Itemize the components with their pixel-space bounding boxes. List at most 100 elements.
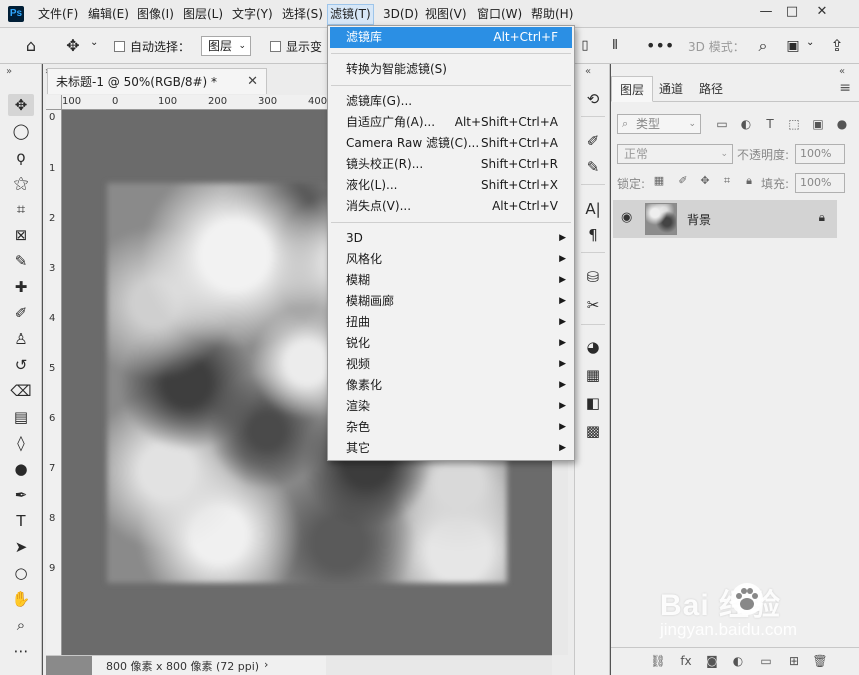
menu-item-sharpen[interactable]: 锐化 ▶ <box>330 333 572 354</box>
brush-tool-icon[interactable]: ✐ <box>8 302 34 324</box>
align-icon[interactable]: ▯ <box>574 35 596 57</box>
pen-tool-icon[interactable]: ✒ <box>8 484 34 506</box>
chevron-right-icon[interactable]: › <box>264 658 268 671</box>
clone-source-icon[interactable]: ✎ <box>581 156 605 178</box>
menu-select[interactable]: 选择(S) <box>280 5 325 24</box>
horizontal-scrollbar[interactable] <box>326 656 552 675</box>
checkbox-icon[interactable] <box>114 41 125 52</box>
frame-tool-icon[interactable]: ⊠ <box>8 224 34 246</box>
type-tool-icon[interactable]: T <box>8 510 34 532</box>
home-icon[interactable]: ⌂ <box>20 35 42 57</box>
swatches-icon[interactable]: ▦ <box>581 364 605 386</box>
history-brush-tool-icon[interactable]: ↺ <box>8 354 34 376</box>
collapse-icon[interactable]: « <box>585 66 591 77</box>
minimize-button[interactable]: — <box>756 2 776 22</box>
type-filter-icon[interactable]: T <box>761 114 779 134</box>
crop-tool-icon[interactable]: ⌗ <box>8 198 34 220</box>
gradient-tool-icon[interactable]: ▤ <box>8 406 34 428</box>
brush-settings-icon[interactable]: ✐ <box>581 130 605 152</box>
blur-tool-icon[interactable]: ◊ <box>8 432 34 454</box>
menu-item-stylize[interactable]: 风格化 ▶ <box>330 249 572 270</box>
tab-channels[interactable]: 通道 <box>651 76 691 102</box>
menu-item-render[interactable]: 渲染 ▶ <box>330 396 572 417</box>
menu-item-vanishing-point[interactable]: 消失点(V)... Alt+Ctrl+V <box>330 196 572 217</box>
menu-edit[interactable]: 编辑(E) <box>86 5 131 24</box>
close-window-button[interactable]: ✕ <box>812 2 832 22</box>
chevron-down-icon[interactable]: ⌄ <box>90 37 98 48</box>
menu-window[interactable]: 窗口(W) <box>475 5 524 24</box>
character-icon[interactable]: A| <box>581 198 605 220</box>
distribute-icon[interactable]: ⫴ <box>604 35 626 57</box>
ruler-vertical[interactable]: 0 1 2 3 4 5 6 7 8 9 <box>46 110 62 655</box>
hand-tool-icon[interactable]: ✋ <box>8 588 34 610</box>
3d-icon[interactable]: ⛁ <box>581 266 605 288</box>
menu-layer[interactable]: 图层(L) <box>181 5 225 24</box>
move-tool-icon[interactable]: ✥ <box>62 35 84 57</box>
patterns-icon[interactable]: ▩ <box>581 420 605 442</box>
layer-select-dropdown[interactable]: 图层 ⌄ <box>201 36 251 56</box>
lock-position-icon[interactable]: ✥ <box>697 173 713 189</box>
layer-kind-filter[interactable]: ⌕ 类型 ⌄ <box>617 114 701 134</box>
lock-artboard-icon[interactable]: ⌗ <box>719 173 735 189</box>
menu-item-noise[interactable]: 杂色 ▶ <box>330 417 572 438</box>
menu-item-lens-correction[interactable]: 镜头校正(R)... Shift+Ctrl+R <box>330 154 572 175</box>
checkbox-icon[interactable] <box>270 41 281 52</box>
collapse-icon[interactable]: » <box>6 66 12 77</box>
lock-transparent-icon[interactable]: ▦ <box>651 173 667 189</box>
tools-icon[interactable]: ✂ <box>581 294 605 316</box>
menu-item-distort[interactable]: 扭曲 ▶ <box>330 312 572 333</box>
lock-all-icon[interactable]: 🔒︎ <box>741 173 757 189</box>
menu-item-camera-raw[interactable]: Camera Raw 滤镜(C)... Shift+Ctrl+A <box>330 133 572 154</box>
eraser-tool-icon[interactable]: ⌫ <box>8 380 34 402</box>
healing-brush-tool-icon[interactable]: ✚ <box>8 276 34 298</box>
menu-item-pixelate[interactable]: 像素化 ▶ <box>330 375 572 396</box>
menu-image[interactable]: 图像(I) <box>135 5 176 24</box>
tab-paths[interactable]: 路径 <box>691 76 731 102</box>
menu-type[interactable]: 文字(Y) <box>230 5 275 24</box>
restore-button[interactable]: □ <box>782 2 802 22</box>
ellipse-tool-icon[interactable]: ○ <box>8 562 34 584</box>
shape-filter-icon[interactable]: ⬚ <box>785 114 803 134</box>
zoom-field[interactable] <box>46 656 92 675</box>
more-tools-icon[interactable]: ⋯ <box>8 640 34 662</box>
share-icon[interactable]: ⇪ <box>826 35 848 57</box>
gradients-icon[interactable]: ◧ <box>581 392 605 414</box>
adjustment-filter-icon[interactable]: ◐ <box>737 114 755 134</box>
menu-3d[interactable]: 3D(D) <box>381 5 420 24</box>
layer-row[interactable]: ◉ 背景 🔒︎ <box>613 200 837 238</box>
stamp-tool-icon[interactable]: ♙ <box>8 328 34 350</box>
document-tab[interactable]: 未标题-1 @ 50%(RGB/8#) * ✕ <box>47 68 267 94</box>
menu-item-3d[interactable]: 3D ▶ <box>330 228 572 249</box>
pixel-filter-icon[interactable]: ▭ <box>713 114 731 134</box>
menu-item-filter-gallery[interactable]: 滤镜库(G)... <box>330 91 572 112</box>
menu-item-blur[interactable]: 模糊 ▶ <box>330 270 572 291</box>
move-tool-icon[interactable]: ✥ <box>8 94 34 116</box>
menu-view[interactable]: 视图(V) <box>423 5 469 24</box>
menu-help[interactable]: 帮助(H) <box>529 5 575 24</box>
chevron-down-icon[interactable]: ⌄ <box>806 37 814 48</box>
color-icon[interactable]: ◕ <box>581 336 605 358</box>
close-icon[interactable]: ✕ <box>247 69 258 95</box>
menu-item-convert-smart-filter[interactable]: 转换为智能滤镜(S) <box>330 59 572 80</box>
lasso-tool-icon[interactable]: ϙ <box>8 146 34 168</box>
menu-item-blur-gallery[interactable]: 模糊画廊 ▶ <box>330 291 572 312</box>
lock-image-icon[interactable]: ✐ <box>675 173 691 189</box>
path-selection-tool-icon[interactable]: ➤ <box>8 536 34 558</box>
tab-layers[interactable]: 图层 <box>611 76 654 102</box>
zoom-tool-icon[interactable]: ⌕ <box>8 614 34 636</box>
menu-item-video[interactable]: 视频 ▶ <box>330 354 572 375</box>
magic-wand-tool-icon[interactable]: ⚝ <box>8 172 34 194</box>
marquee-tool-icon[interactable]: ◯ <box>8 120 34 142</box>
menu-item-other[interactable]: 其它 ▶ <box>330 438 572 459</box>
filter-toggle-icon[interactable]: ● <box>833 114 851 134</box>
menu-item-filter-gallery-last[interactable]: 滤镜库 Alt+Ctrl+F <box>330 27 572 48</box>
auto-select-checkbox[interactable]: 自动选择： <box>114 38 190 55</box>
blend-mode-select[interactable]: 正常 ⌄ <box>617 144 733 164</box>
menu-item-adaptive-wide-angle[interactable]: 自适应广角(A)... Alt+Shift+Ctrl+A <box>330 112 572 133</box>
paragraph-icon[interactable]: ¶ <box>581 224 605 246</box>
opacity-input[interactable]: 100% <box>795 144 845 164</box>
menu-item-liquify[interactable]: 液化(L)... Shift+Ctrl+X <box>330 175 572 196</box>
menu-filter[interactable]: 滤镜(T) <box>327 4 374 25</box>
smart-object-filter-icon[interactable]: ▣ <box>809 114 827 134</box>
menu-file[interactable]: 文件(F) <box>36 5 80 24</box>
